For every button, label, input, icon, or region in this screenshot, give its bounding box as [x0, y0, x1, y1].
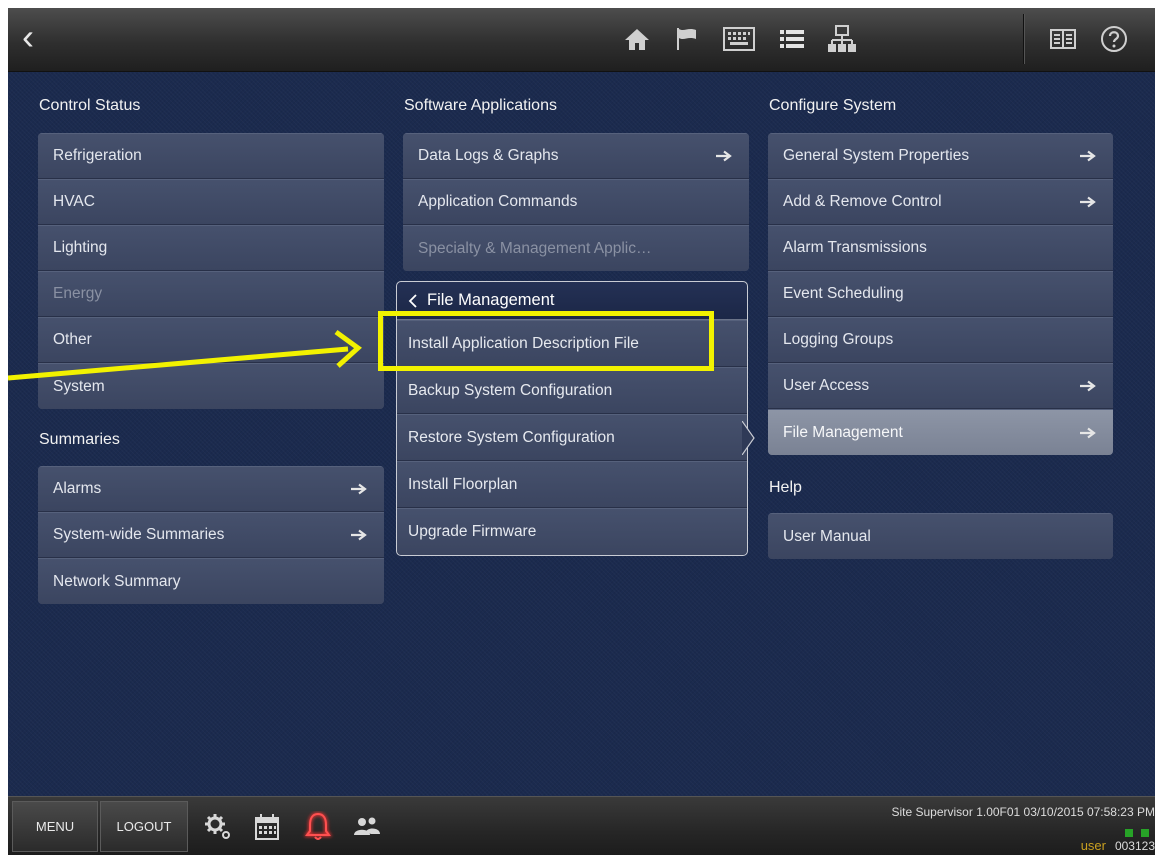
user-id: 003123 [1114, 839, 1155, 853]
arrow-right-icon [1080, 380, 1096, 392]
menu-item-alarm-transmissions[interactable]: Alarm Transmissions [768, 225, 1113, 271]
menu-item-alarms[interactable]: Alarms [38, 466, 384, 512]
menu-item-label: System-wide Summaries [53, 526, 225, 543]
menu-item-lighting[interactable]: Lighting [38, 225, 384, 271]
popup-item-label: Backup System Configuration [408, 381, 613, 399]
menu-item-label: Alarm Transmissions [783, 239, 927, 256]
menu-item-label: HVAC [53, 193, 95, 210]
menu-item-label: Specialty & Management Applic… [418, 239, 652, 257]
logout-button[interactable]: LOGOUT [100, 801, 188, 852]
popup-item-install-application-description-file[interactable]: Install Application Description File [397, 320, 747, 367]
menu-item-file-management[interactable]: File Management [768, 409, 1113, 455]
configure-system-menu: General System Properties Add & Remove C… [768, 133, 1113, 455]
menu-item-hvac[interactable]: HVAC [38, 179, 384, 225]
arrow-right-icon [1080, 150, 1096, 162]
users-icon[interactable] [351, 811, 383, 843]
flag-icon[interactable] [669, 22, 705, 56]
menu-item-label: Network Summary [53, 572, 181, 590]
status-led [1141, 829, 1149, 837]
menu-item-label: User Manual [783, 527, 871, 545]
popup-item-label: Install Application Description File [408, 334, 639, 352]
menu-item-label: System [53, 377, 105, 395]
menu-item-event-scheduling[interactable]: Event Scheduling [768, 271, 1113, 317]
arrow-right-icon [1080, 196, 1096, 208]
status-indicator-dots [1117, 824, 1151, 837]
popup-pointer [742, 421, 755, 455]
menu-item-label: User Access [783, 377, 870, 394]
control-status-heading: Control Status [39, 97, 141, 114]
software-applications-menu: Data Logs & Graphs Application Commands … [403, 133, 749, 271]
menu-item-user-access[interactable]: User Access [768, 363, 1113, 409]
arrow-right-icon [351, 529, 367, 541]
book-icon[interactable] [1045, 22, 1081, 56]
popup-item-install-floorplan[interactable]: Install Floorplan [397, 461, 747, 508]
menu-item-energy: Energy [38, 271, 384, 317]
popup-item-restore-system-configuration[interactable]: Restore System Configuration [397, 414, 747, 461]
app-window: ‹ Control Status Refrigeration HVAC Ligh… [8, 8, 1155, 855]
user-label: user [1080, 838, 1106, 853]
popup-item-label: Install Floorplan [408, 475, 518, 493]
menu-item-label: Add & Remove Control [783, 193, 942, 210]
menu-item-label: Alarms [53, 480, 102, 497]
help-heading: Help [769, 479, 802, 496]
software-applications-heading: Software Applications [404, 97, 557, 114]
menu-item-label: Logging Groups [783, 331, 894, 348]
popup-item-upgrade-firmware[interactable]: Upgrade Firmware [397, 508, 747, 555]
menu-item-logging-groups[interactable]: Logging Groups [768, 317, 1113, 363]
arrow-right-icon [1080, 427, 1096, 438]
network-icon[interactable] [824, 22, 860, 56]
menu-item-label: Refrigeration [53, 147, 142, 164]
menu-item-label: General System Properties [783, 147, 970, 164]
home-icon[interactable] [619, 22, 655, 56]
menu-item-network-summary[interactable]: Network Summary [38, 558, 384, 604]
file-management-popup: File Management Install Application Desc… [396, 281, 748, 556]
summaries-heading: Summaries [39, 431, 120, 448]
popup-item-backup-system-configuration[interactable]: Backup System Configuration [397, 367, 747, 414]
control-status-menu: Refrigeration HVAC Lighting Energy Other… [38, 133, 384, 409]
summaries-menu: Alarms System-wide Summaries Network Sum… [38, 466, 384, 604]
menu-item-label: Energy [53, 285, 103, 302]
menu-button[interactable]: MENU [12, 801, 98, 852]
top-toolbar: ‹ [8, 8, 1155, 72]
menu-item-label: File Management [783, 423, 903, 441]
menu-item-specialty-management: Specialty & Management Applic… [403, 225, 749, 271]
menu-item-application-commands[interactable]: Application Commands [403, 179, 749, 225]
menu-item-other[interactable]: Other [38, 317, 384, 363]
chevron-left-icon [408, 293, 417, 308]
alarm-bell-icon[interactable] [300, 811, 336, 843]
menu-item-add-remove-control[interactable]: Add & Remove Control [768, 179, 1113, 225]
toolbar-divider [1023, 14, 1025, 64]
calendar-icon[interactable] [251, 811, 283, 843]
menu-item-user-manual[interactable]: User Manual [768, 513, 1113, 559]
menu-item-system[interactable]: System [38, 363, 384, 409]
bottom-toolbar: MENU LOGOUT Site Supervisor 1.00F01 03/1… [8, 796, 1155, 855]
popup-item-label: Restore System Configuration [408, 428, 615, 446]
menu-item-label: Lighting [53, 239, 108, 256]
status-led [1125, 829, 1133, 837]
menu-item-data-logs-graphs[interactable]: Data Logs & Graphs [403, 133, 749, 179]
arrow-right-icon [351, 483, 367, 495]
status-text: Site Supervisor 1.00F01 03/10/2015 07:58… [891, 805, 1155, 819]
settings-icon[interactable] [202, 811, 234, 843]
popup-title: File Management [427, 291, 555, 309]
menu-item-system-wide-summaries[interactable]: System-wide Summaries [38, 512, 384, 558]
keypad-icon[interactable] [721, 22, 757, 56]
help-icon[interactable] [1096, 22, 1132, 56]
menu-item-general-system-properties[interactable]: General System Properties [768, 133, 1113, 179]
back-icon[interactable]: ‹ [22, 18, 52, 58]
popup-back-header[interactable]: File Management [397, 282, 747, 320]
help-menu: User Manual [768, 513, 1113, 559]
popup-item-label: Upgrade Firmware [408, 523, 537, 540]
menu-item-label: Other [53, 331, 92, 348]
configure-system-heading: Configure System [769, 97, 897, 114]
list-icon[interactable] [774, 22, 810, 56]
menu-item-label: Event Scheduling [783, 285, 904, 302]
menu-item-refrigeration[interactable]: Refrigeration [38, 133, 384, 179]
arrow-right-icon [716, 150, 732, 162]
menu-item-label: Data Logs & Graphs [418, 147, 559, 164]
menu-item-label: Application Commands [418, 193, 578, 210]
